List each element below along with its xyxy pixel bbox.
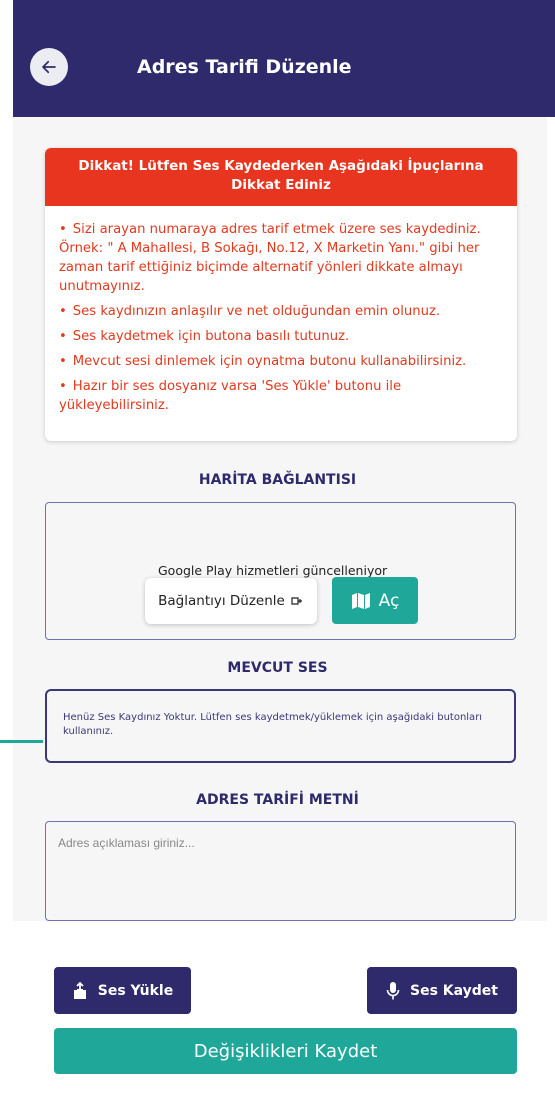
address-description-input[interactable] [58, 836, 498, 850]
tip-item: • Hazır bir ses dosyanız varsa 'Ses Yükle… [59, 379, 402, 413]
edit-link-icon [291, 597, 302, 605]
save-changes-button[interactable]: Değişiklikleri Kaydet [54, 1028, 517, 1074]
audio-section-title: MEVCUT SES [227, 660, 328, 676]
tip-item: • Ses kaydetmek için butona basılı tutunu… [59, 329, 350, 344]
record-audio-label: Ses Kaydet [410, 982, 498, 999]
open-map-button[interactable]: Aç [332, 577, 418, 624]
arrow-left-icon [42, 60, 56, 74]
upload-audio-button[interactable]: Ses Yükle [54, 967, 191, 1014]
tip-item: • Ses kaydınızın anlaşılır ve net olduğun… [59, 304, 441, 319]
bullet: • [59, 329, 67, 344]
upload-audio-label: Ses Yükle [97, 982, 174, 999]
bullet: • [59, 379, 67, 394]
open-map-label: Aç [378, 590, 400, 611]
back-button[interactable] [30, 48, 68, 86]
map-icon [351, 592, 370, 609]
tips-list: • Sizi arayan numaraya adres tarif etmek … [45, 206, 517, 415]
side-accent [0, 740, 43, 743]
upload-icon [73, 981, 86, 999]
map-section-title: HARİTA BAĞLANTISI [198, 472, 357, 488]
microphone-icon [386, 981, 400, 999]
screen: Adres Tarifi Düzenle Dikkat! Lütfen Ses … [0, 0, 555, 1104]
no-audio-message: Henüz Ses Kaydınız Yoktur. Lütfen ses ka… [63, 712, 483, 737]
bullet: • [59, 304, 67, 319]
current-audio-box: Henüz Ses Kaydınız Yoktur. Lütfen ses ka… [45, 689, 516, 763]
record-audio-button[interactable]: Ses Kaydet [367, 967, 517, 1014]
edit-link-label: Bağlantıyı Düzenle [158, 593, 285, 609]
description-box[interactable] [45, 821, 516, 921]
bullet: • [59, 354, 67, 369]
tips-card: Dikkat! Lütfen Ses Kaydederken Aşağıdaki… [45, 148, 517, 441]
bullet: • [59, 222, 67, 237]
page-title: Adres Tarifi Düzenle [137, 56, 352, 78]
description-section-title: ADRES TARİFİ METNİ [196, 792, 359, 808]
tip-item: • Sizi arayan numaraya adres tarif etmek … [59, 222, 481, 294]
map-status-text: Google Play hizmetleri güncelleniyor [158, 563, 388, 578]
tip-item: • Mevcut sesi dinlemek için oynatma buton… [59, 354, 467, 369]
tips-header: Dikkat! Lütfen Ses Kaydederken Aşağıdaki… [45, 148, 517, 206]
edit-link-button[interactable]: Bağlantıyı Düzenle [145, 578, 317, 624]
